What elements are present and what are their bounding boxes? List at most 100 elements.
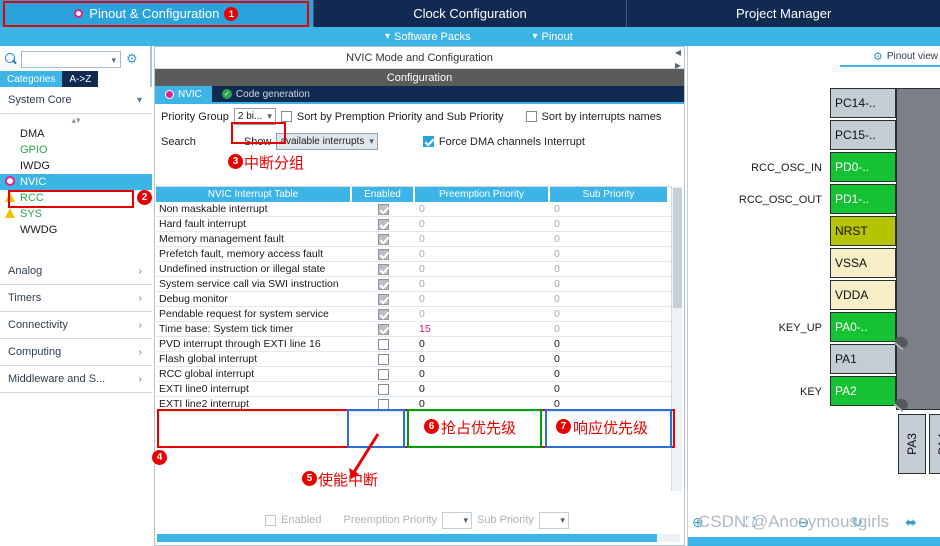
table-row[interactable]: System service call via SWI instruction 0…	[156, 277, 671, 292]
cell-enabled[interactable]	[352, 353, 415, 365]
arrow-right-icon[interactable]: ▶	[675, 61, 681, 70]
pin-pd1[interactable]: PD1-..	[830, 184, 896, 214]
column-header-interrupt[interactable]: NVIC Interrupt Table	[156, 187, 352, 202]
cell-sub-priority[interactable]: 0	[550, 203, 669, 215]
export-icon[interactable]: ⬌	[905, 514, 917, 531]
cell-preemption-priority[interactable]: 0	[415, 353, 550, 365]
table-row[interactable]: Undefined instruction or illegal state 0 0	[156, 262, 671, 277]
search-input[interactable]: ▾	[21, 50, 121, 68]
tab-a-to-z[interactable]: A->Z	[62, 71, 99, 87]
cell-enabled[interactable]	[352, 203, 415, 215]
pin-pa0[interactable]: PA0-..	[830, 312, 896, 342]
cell-sub-priority[interactable]: 0	[550, 398, 669, 410]
force-dma-checkbox[interactable]	[422, 136, 434, 147]
group-timers[interactable]: Timers ›	[0, 285, 152, 312]
sort-by-preemption-checkbox[interactable]	[280, 111, 292, 122]
table-row[interactable]: RCC global interrupt 0 0	[156, 367, 671, 382]
cell-preemption-priority[interactable]: 0	[415, 218, 550, 230]
cell-sub-priority[interactable]: 0	[550, 338, 669, 350]
cell-enabled[interactable]	[352, 383, 415, 395]
cell-sub-priority[interactable]: 0	[550, 323, 669, 335]
arrow-left-icon[interactable]: ◀	[675, 48, 681, 57]
cell-preemption-priority[interactable]: 0	[415, 233, 550, 245]
table-row[interactable]: Hard fault interrupt 0 0	[156, 217, 671, 232]
cell-sub-priority[interactable]: 0	[550, 218, 669, 230]
cell-enabled[interactable]	[352, 398, 415, 410]
sort-by-preemption-checkbox-row[interactable]: Sort by Premption Priority and Sub Prior…	[280, 111, 504, 123]
cell-enabled[interactable]	[352, 293, 415, 305]
enabled-checkbox[interactable]	[378, 338, 389, 350]
cell-preemption-priority[interactable]: 0	[415, 338, 550, 350]
cell-preemption-priority[interactable]: 0	[415, 203, 550, 215]
footer-enabled-row[interactable]: Enabled	[265, 514, 321, 526]
pin-vdda[interactable]: VDDA	[830, 280, 896, 310]
enabled-checkbox[interactable]	[378, 203, 389, 215]
cell-sub-priority[interactable]: 0	[550, 278, 669, 290]
cell-sub-priority[interactable]: 0	[550, 308, 669, 320]
cell-preemption-priority[interactable]: 0	[415, 293, 550, 305]
cell-sub-priority[interactable]: 0	[550, 248, 669, 260]
enabled-checkbox[interactable]	[378, 383, 389, 395]
show-filter-select[interactable]: available interrupts ▾	[276, 133, 378, 150]
pin-pa1[interactable]: PA1	[830, 344, 896, 374]
table-row[interactable]: PVD interrupt through EXTI line 16 0 0	[156, 337, 671, 352]
menu-pinout[interactable]: ▾ Pinout	[532, 31, 572, 43]
footer-enabled-checkbox[interactable]	[265, 514, 277, 526]
pin-vssa[interactable]: VSSA	[830, 248, 896, 278]
menu-software-packs[interactable]: ▾ Software Packs	[385, 31, 470, 43]
footer-preemption-select[interactable]: ▾	[442, 511, 473, 529]
table-vertical-scrollbar[interactable]	[671, 186, 682, 491]
table-row[interactable]: Memory management fault 0 0	[156, 232, 671, 247]
cell-preemption-priority[interactable]: 0	[415, 383, 550, 395]
sidebar-item-nvic[interactable]: NVIC	[0, 174, 152, 190]
sidebar-item-iwdg[interactable]: IWDG	[0, 158, 152, 174]
enabled-checkbox[interactable]	[378, 218, 389, 230]
cell-enabled[interactable]	[352, 323, 415, 335]
cell-sub-priority[interactable]: 0	[550, 353, 669, 365]
enabled-checkbox[interactable]	[378, 368, 389, 380]
cell-enabled[interactable]	[352, 338, 415, 350]
enabled-checkbox[interactable]	[378, 278, 389, 290]
cell-preemption-priority[interactable]: 0	[415, 248, 550, 260]
cell-enabled[interactable]	[352, 248, 415, 260]
cell-sub-priority[interactable]: 0	[550, 368, 669, 380]
group-system-core[interactable]: System Core ▾	[0, 87, 152, 114]
cell-sub-priority[interactable]: 0	[550, 383, 669, 395]
group-middleware[interactable]: Middleware and S... ›	[0, 366, 152, 393]
pin-pa2[interactable]: PA2	[830, 376, 896, 406]
cell-preemption-priority[interactable]: 0	[415, 398, 550, 410]
force-dma-checkbox-row[interactable]: Force DMA channels Interrupt	[422, 136, 585, 148]
table-row[interactable]: Prefetch fault, memory access fault 0 0	[156, 247, 671, 262]
tab-nvic[interactable]: NVIC	[155, 86, 212, 102]
enabled-checkbox[interactable]	[378, 293, 389, 305]
table-row[interactable]: Debug monitor 0 0	[156, 292, 671, 307]
pin-pa4[interactable]: PA4	[929, 414, 940, 474]
pin-pd0[interactable]: PD0-..	[830, 152, 896, 182]
table-row[interactable]: Pendable request for system service 0 0	[156, 307, 671, 322]
cell-preemption-priority[interactable]: 0	[415, 278, 550, 290]
cell-sub-priority[interactable]: 0	[550, 263, 669, 275]
cell-enabled[interactable]	[352, 233, 415, 245]
tab-categories[interactable]: Categories	[0, 71, 63, 87]
cell-preemption-priority[interactable]: 0	[415, 263, 550, 275]
priority-group-select[interactable]: 2 bi... ▾	[233, 108, 276, 125]
pin-pc14[interactable]: PC14-..	[830, 88, 896, 118]
tab-clock-configuration[interactable]: Clock Configuration	[314, 0, 628, 27]
footer-sub-select[interactable]: ▾	[538, 511, 569, 529]
sidebar-item-wwdg[interactable]: WWDG	[0, 222, 152, 238]
sort-by-names-checkbox[interactable]	[525, 111, 537, 122]
group-connectivity[interactable]: Connectivity ›	[0, 312, 152, 339]
scroll-spinner-icon[interactable]: ▴▾	[0, 114, 152, 126]
enabled-checkbox[interactable]	[378, 263, 389, 275]
enabled-checkbox[interactable]	[378, 353, 389, 365]
table-row[interactable]: Non maskable interrupt 0 0	[156, 202, 671, 217]
sidebar-item-rcc[interactable]: RCC	[0, 190, 152, 206]
scrollbar-thumb[interactable]	[157, 534, 657, 542]
column-header-preemption[interactable]: Preemption Priority	[415, 187, 550, 202]
scrollbar-thumb[interactable]	[673, 188, 682, 308]
enabled-checkbox[interactable]	[378, 233, 389, 245]
tab-code-generation[interactable]: ✓ Code generation	[212, 86, 320, 102]
enabled-checkbox[interactable]	[378, 323, 389, 335]
cell-preemption-priority[interactable]: 0	[415, 308, 550, 320]
cell-preemption-priority[interactable]: 0	[415, 368, 550, 380]
